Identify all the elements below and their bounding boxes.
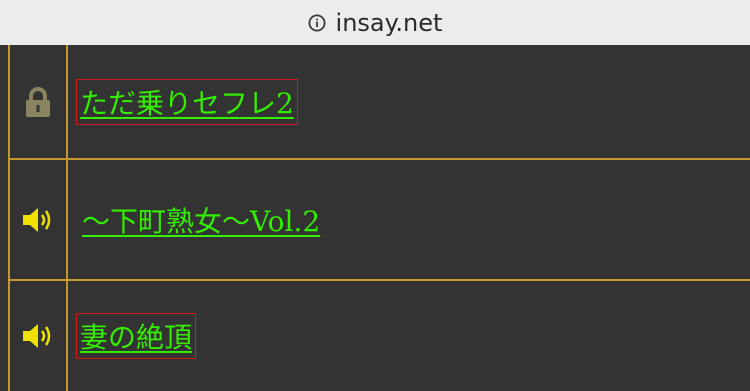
title-cell: ただ乗りセフレ2 xyxy=(68,45,750,158)
info-circle-icon[interactable] xyxy=(308,14,326,32)
page: insay.net ただ乗りセフレ2 ～下町熟女～Vol.2 妻の絶頂 xyxy=(0,0,750,391)
table-row: 妻の絶頂 xyxy=(0,281,750,391)
title-cell: 妻の絶頂 xyxy=(68,281,750,391)
title-link[interactable]: ただ乗りセフレ2 xyxy=(76,78,298,125)
lock-icon xyxy=(10,45,66,158)
title-cell: ～下町熟女～Vol.2 xyxy=(68,160,750,279)
url-text[interactable]: insay.net xyxy=(336,9,443,37)
speaker-icon xyxy=(10,160,66,279)
title-link[interactable]: 妻の絶頂 xyxy=(76,313,197,359)
content-table: ただ乗りセフレ2 ～下町熟女～Vol.2 妻の絶頂 xyxy=(0,45,750,391)
speaker-icon xyxy=(10,281,66,391)
table-row: ～下町熟女～Vol.2 xyxy=(0,160,750,279)
table-row: ただ乗りセフレ2 xyxy=(0,45,750,158)
browser-url-bar[interactable]: insay.net xyxy=(0,0,750,45)
title-link[interactable]: ～下町熟女～Vol.2 xyxy=(79,198,323,242)
